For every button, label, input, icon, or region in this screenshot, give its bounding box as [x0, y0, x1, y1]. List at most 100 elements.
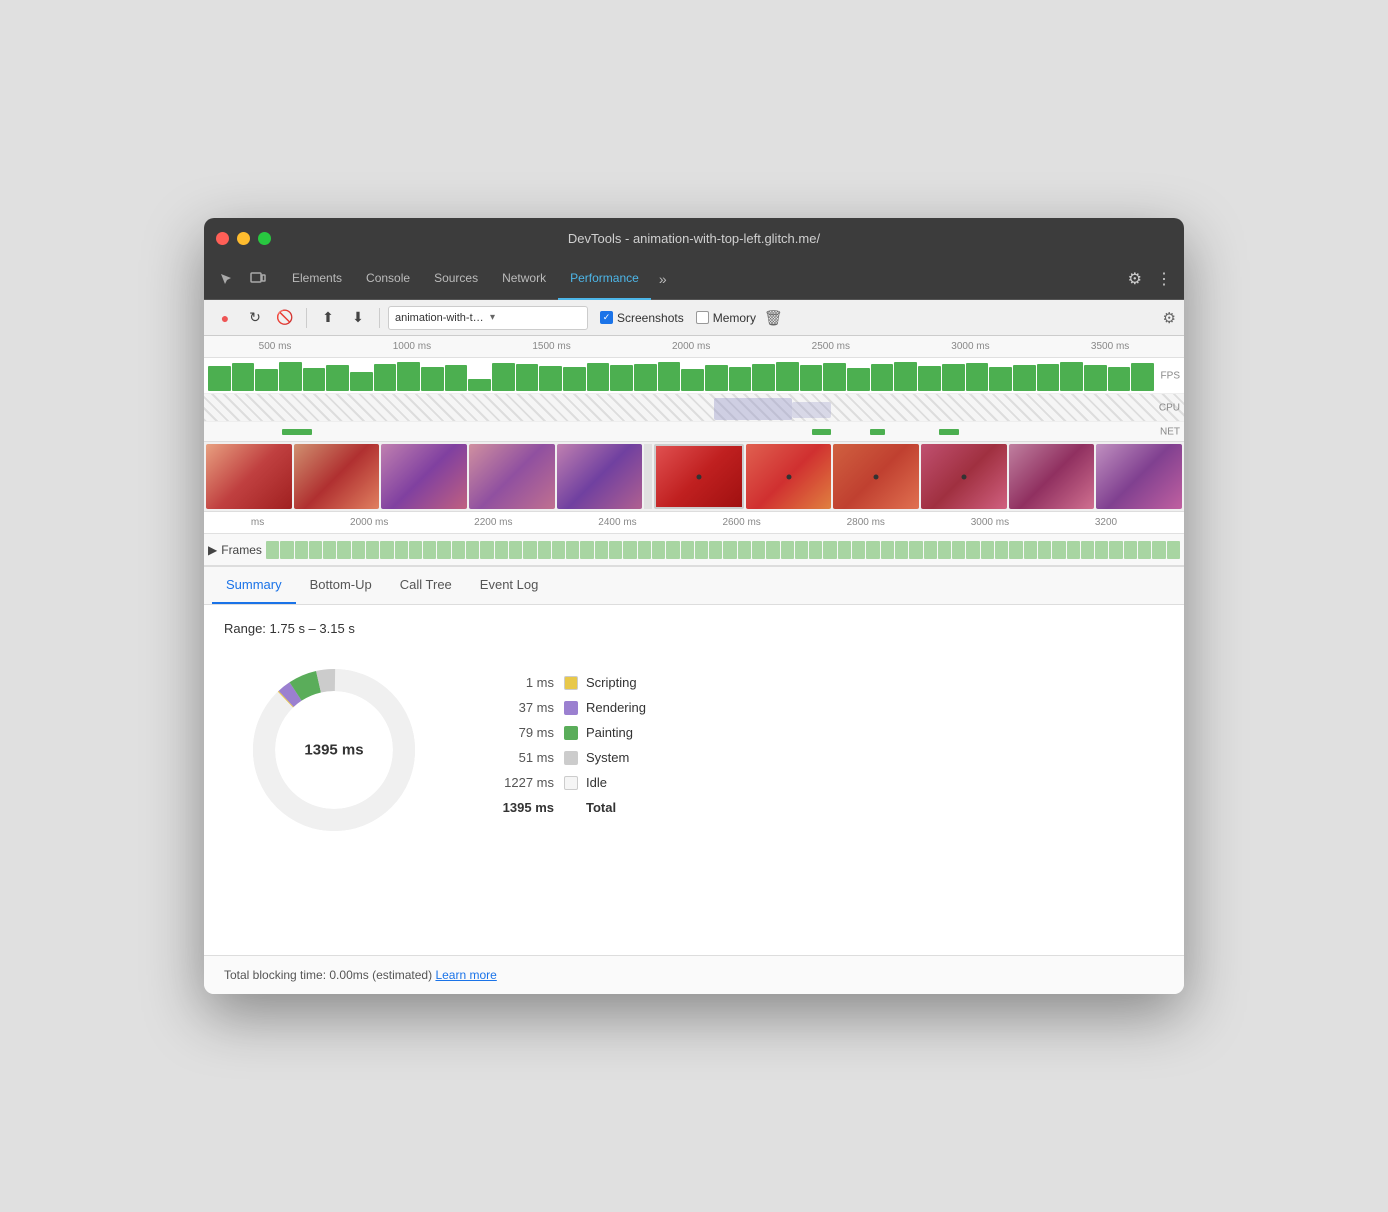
settings-icon[interactable]: ⚙ — [1124, 265, 1146, 293]
fps-bar — [468, 379, 491, 391]
url-dropdown-icon[interactable]: ▾ — [490, 312, 581, 323]
maximize-button[interactable] — [258, 232, 271, 245]
cursor-icon[interactable] — [212, 265, 240, 293]
fps-bar — [966, 363, 989, 391]
memory-checkbox-group: Memory — [696, 311, 756, 325]
net-bar — [870, 429, 885, 435]
fps-bar — [1060, 362, 1083, 391]
idle-swatch — [564, 776, 578, 790]
fps-bar — [823, 363, 846, 391]
fps-bar — [918, 366, 941, 391]
tab-call-tree[interactable]: Call Tree — [386, 567, 466, 604]
window-title: DevTools - animation-with-top-left.glitc… — [568, 231, 820, 246]
net-bar — [282, 429, 311, 435]
tab-performance[interactable]: Performance — [558, 258, 651, 300]
legend-system: 51 ms System — [484, 750, 1144, 765]
rendering-swatch — [564, 701, 578, 715]
frame-bar — [895, 541, 908, 559]
cpu-activity — [792, 402, 831, 418]
fps-bar — [374, 364, 397, 391]
tab-bottom-up[interactable]: Bottom-Up — [296, 567, 386, 604]
mini-mark: 2800 ms — [847, 517, 885, 528]
screenshot-thumb[interactable] — [294, 444, 380, 509]
frames-arrow-icon: ▶ — [208, 543, 217, 557]
frame-bar — [623, 541, 636, 559]
url-display[interactable]: animation-with-top-left... ▾ — [388, 306, 588, 330]
close-button[interactable] — [216, 232, 229, 245]
frame-bar — [952, 541, 965, 559]
screenshot-thumb[interactable] — [1096, 444, 1182, 509]
screenshot-thumb[interactable] — [833, 444, 919, 509]
donut-chart: 1395 ms — [244, 660, 424, 840]
record-button[interactable]: ● — [212, 305, 238, 331]
more-tabs-button[interactable]: » — [651, 271, 675, 287]
fps-bar — [1108, 367, 1131, 391]
frames-toggle[interactable]: ▶ Frames — [208, 543, 262, 557]
more-options-icon[interactable]: ⋮ — [1152, 265, 1176, 293]
mini-mark: 2000 ms — [350, 517, 388, 528]
frame-bar — [580, 541, 593, 559]
scripting-label: Scripting — [586, 675, 637, 690]
screenshots-label[interactable]: ✓ Screenshots — [600, 311, 684, 325]
frame-bar — [466, 541, 479, 559]
idle-ms: 1227 ms — [484, 775, 554, 790]
frame-bar — [538, 541, 551, 559]
clear-button[interactable]: 🚫 — [272, 305, 298, 331]
screenshot-thumb-selected[interactable] — [654, 444, 744, 509]
title-bar: DevTools - animation-with-top-left.glitc… — [204, 218, 1184, 258]
painting-ms: 79 ms — [484, 725, 554, 740]
tab-sources[interactable]: Sources — [422, 258, 490, 300]
fps-bar — [1013, 365, 1036, 391]
clear-recording-button[interactable]: 🗑 — [764, 309, 783, 327]
screenshot-thumb[interactable] — [469, 444, 555, 509]
capture-settings-button[interactable]: ⚙ — [1163, 309, 1176, 327]
fps-bar — [871, 364, 894, 391]
frame-bar — [1124, 541, 1137, 559]
memory-checkbox[interactable] — [696, 311, 709, 324]
tab-elements[interactable]: Elements — [280, 258, 354, 300]
frame-bar — [709, 541, 722, 559]
reload-button[interactable]: ↻ — [242, 305, 268, 331]
ruler-mark-3500: 3500 ms — [1091, 341, 1129, 352]
upload-button[interactable]: ⬆ — [315, 305, 341, 331]
fps-bar — [492, 363, 515, 391]
mini-ruler: ms 2000 ms 2200 ms 2400 ms 2600 ms 2800 … — [204, 512, 1184, 534]
legend-scripting: 1 ms Scripting — [484, 675, 1144, 690]
frame-bar — [823, 541, 836, 559]
frame-bar — [366, 541, 379, 559]
device-icon[interactable] — [244, 265, 272, 293]
memory-label[interactable]: Memory — [696, 311, 756, 325]
download-button[interactable]: ⬇ — [345, 305, 371, 331]
tab-event-log[interactable]: Event Log — [466, 567, 553, 604]
devtools-window: DevTools - animation-with-top-left.glitc… — [204, 218, 1184, 994]
screenshot-thumb[interactable] — [206, 444, 292, 509]
tab-network[interactable]: Network — [490, 258, 558, 300]
screenshots-row — [204, 442, 1184, 512]
rendering-ms: 37 ms — [484, 700, 554, 715]
summary-panel: Range: 1.75 s – 3.15 s — [204, 605, 1184, 955]
screenshot-thumb[interactable] — [921, 444, 1007, 509]
mini-mark: 2600 ms — [722, 517, 760, 528]
fps-bar — [681, 369, 704, 391]
minimize-button[interactable] — [237, 232, 250, 245]
bottom-tabs: Summary Bottom-Up Call Tree Event Log — [204, 567, 1184, 605]
ruler-mark-1000: 1000 ms — [393, 341, 431, 352]
screenshot-thumb[interactable] — [381, 444, 467, 509]
screenshot-thumb[interactable] — [746, 444, 832, 509]
net-label: NET — [1160, 426, 1180, 437]
net-bar — [939, 429, 959, 435]
frame-bar — [1138, 541, 1151, 559]
frame-bar — [1052, 541, 1065, 559]
idle-label: Idle — [586, 775, 607, 790]
screenshots-checkbox[interactable]: ✓ — [600, 311, 613, 324]
frame-bar — [1067, 541, 1080, 559]
tab-console[interactable]: Console — [354, 258, 422, 300]
screenshot-thumb[interactable] — [557, 444, 643, 509]
tab-summary[interactable]: Summary — [212, 567, 296, 604]
fps-bar — [350, 372, 373, 391]
nav-tabs: Elements Console Sources Network Perform… — [204, 258, 1184, 300]
screenshot-thumb[interactable] — [1009, 444, 1095, 509]
frame-bar — [1152, 541, 1165, 559]
mini-mark: 2200 ms — [474, 517, 512, 528]
learn-more-link[interactable]: Learn more — [435, 968, 496, 982]
